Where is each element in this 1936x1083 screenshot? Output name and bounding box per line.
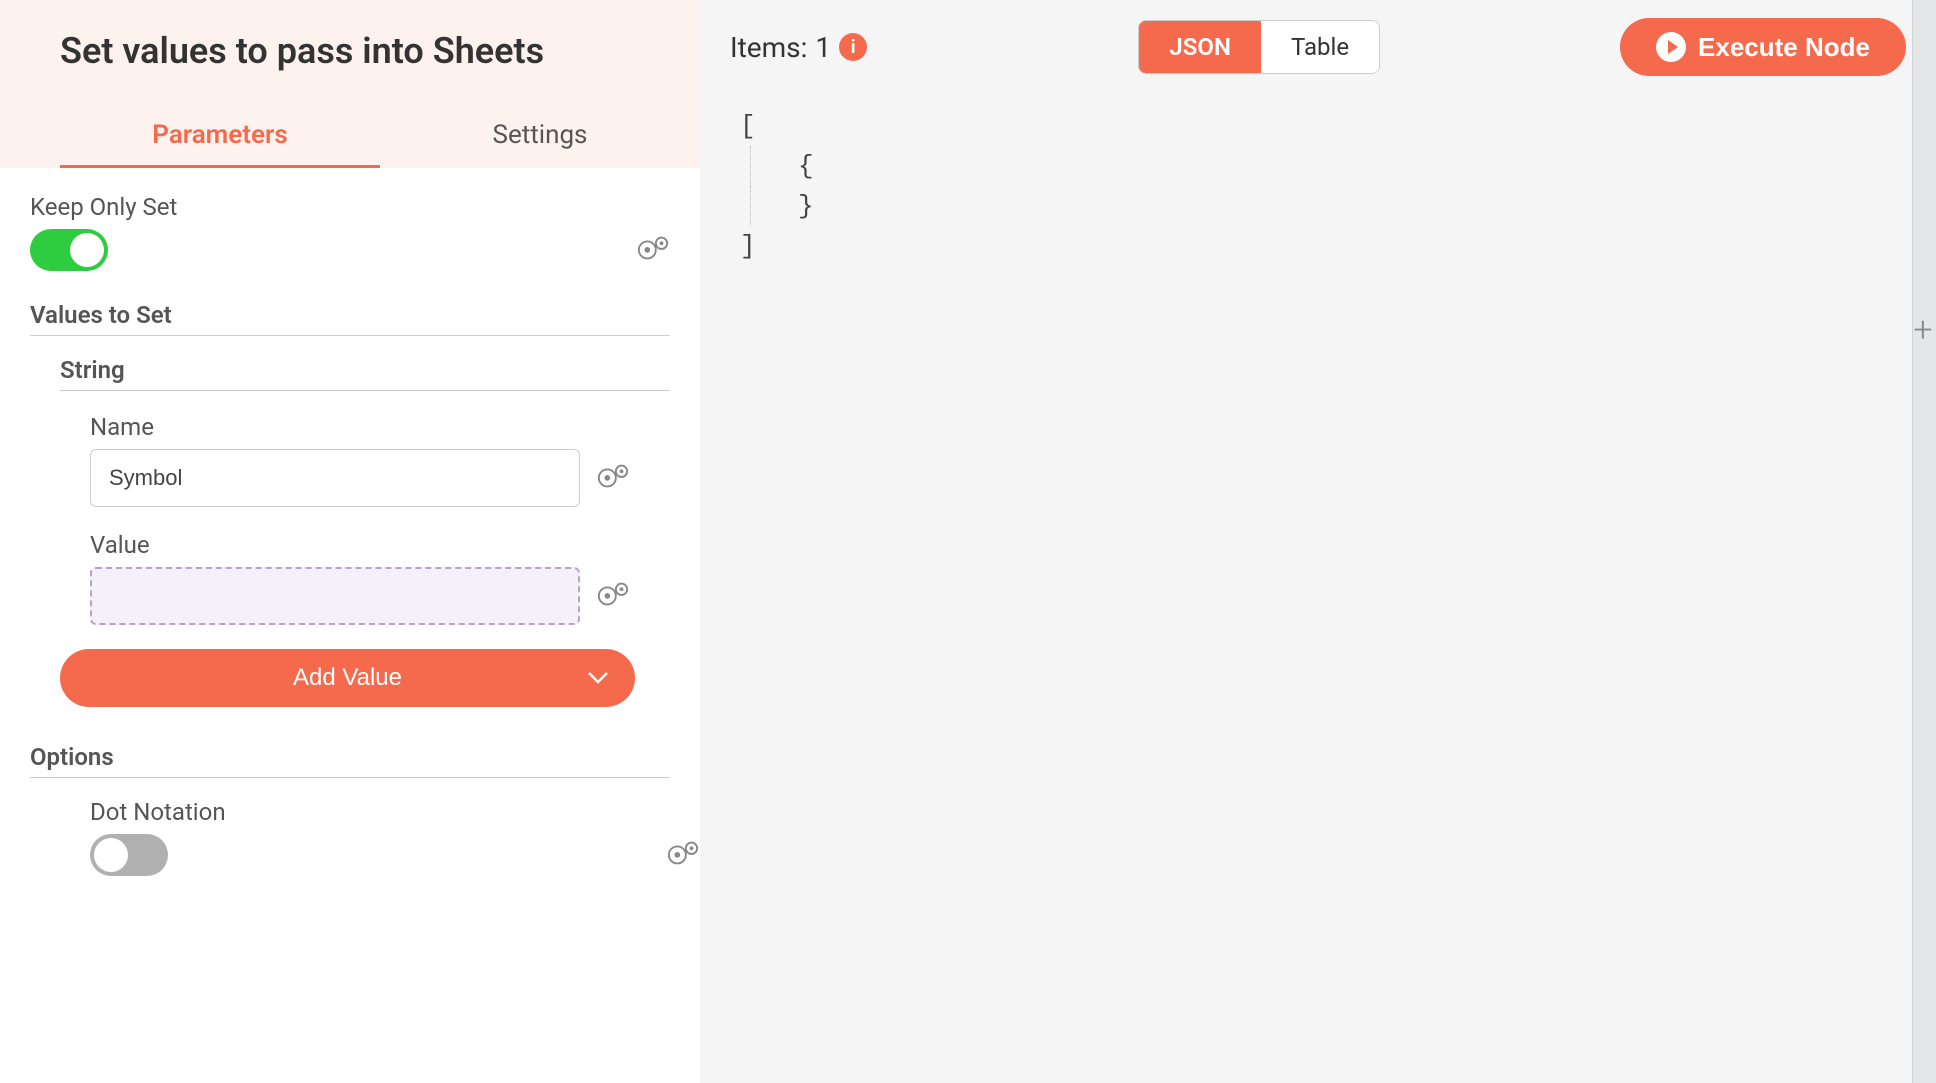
gear-icon[interactable]	[666, 839, 700, 871]
panel-title: Set values to pass into Sheets	[60, 30, 700, 72]
code-bracket-open: [	[740, 106, 756, 146]
keep-only-set-label: Keep Only Set	[30, 193, 670, 221]
right-edge-strip	[1912, 0, 1936, 1083]
view-table-toggle[interactable]: Table	[1261, 21, 1379, 73]
output-panel: Items: 1 i JSON Table Execute Node [ { }…	[700, 0, 1936, 1083]
values-to-set-header: Values to Set	[30, 301, 670, 336]
items-count: Items: 1 i	[730, 31, 867, 64]
string-header: String	[60, 356, 670, 391]
gear-icon[interactable]	[596, 462, 630, 494]
plus-icon[interactable]: +	[1908, 310, 1936, 350]
chevron-down-icon	[587, 664, 609, 692]
items-prefix: Items:	[730, 31, 807, 64]
dot-notation-label: Dot Notation	[90, 798, 670, 826]
options-header: Options	[30, 743, 670, 778]
panel-tabs: Parameters Settings	[60, 102, 700, 168]
add-value-button[interactable]: Add Value	[60, 649, 635, 707]
view-json-toggle[interactable]: JSON	[1139, 21, 1261, 73]
json-output: [ { } ]	[730, 106, 1906, 266]
add-value-label: Add Value	[293, 664, 402, 692]
play-icon	[1656, 32, 1686, 62]
keep-only-set-toggle[interactable]	[30, 229, 108, 271]
value-input[interactable]	[90, 567, 580, 625]
name-input[interactable]	[90, 449, 580, 507]
gear-icon[interactable]	[636, 234, 670, 266]
value-label: Value	[90, 531, 670, 559]
gear-icon[interactable]	[596, 580, 630, 612]
execute-label: Execute Node	[1698, 32, 1870, 63]
dot-notation-toggle[interactable]	[90, 834, 168, 876]
panel-body[interactable]: Keep Only Set Values to Set String Name	[0, 168, 700, 1083]
parameters-panel: Set values to pass into Sheets Parameter…	[0, 0, 700, 1083]
code-bracket-close: ]	[740, 226, 756, 266]
code-brace-close: }	[798, 186, 814, 226]
execute-node-button[interactable]: Execute Node	[1620, 18, 1906, 76]
code-brace-open: {	[798, 146, 814, 186]
tab-settings[interactable]: Settings	[380, 102, 700, 168]
view-toggle-group: JSON Table	[1138, 20, 1380, 74]
panel-header: Set values to pass into Sheets Parameter…	[0, 0, 700, 168]
name-label: Name	[90, 413, 670, 441]
output-topbar: Items: 1 i JSON Table Execute Node	[730, 18, 1906, 76]
info-icon[interactable]: i	[839, 33, 867, 61]
tab-parameters[interactable]: Parameters	[60, 102, 380, 168]
items-count-value: 1	[815, 31, 831, 64]
